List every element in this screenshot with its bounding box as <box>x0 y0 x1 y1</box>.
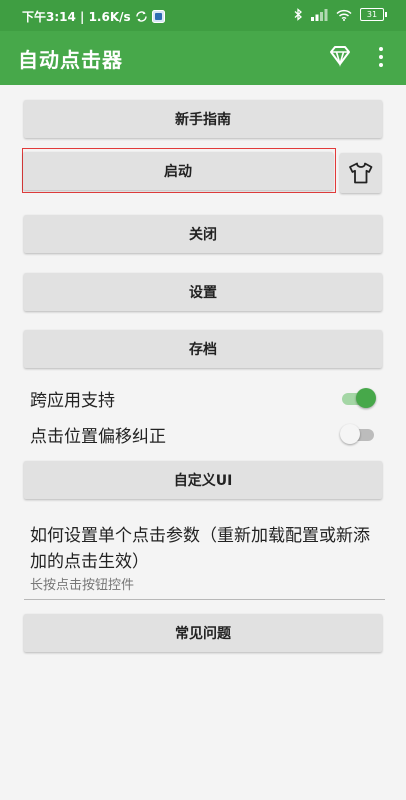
start-button[interactable]: 启动 <box>23 152 333 190</box>
sync-icon <box>135 11 147 22</box>
settings-button[interactable]: 设置 <box>24 273 382 311</box>
bluetooth-icon <box>294 8 302 21</box>
app-notification-icon <box>151 10 165 23</box>
custom-ui-button[interactable]: 自定义UI <box>24 461 382 499</box>
battery-icon: 31 <box>360 8 387 21</box>
battery-level: 31 <box>366 9 378 19</box>
toggle-row-offset-correction: 点击位置偏移纠正 <box>30 420 376 448</box>
status-time-speed: 下午3:14 | 1.6K/s <box>22 10 131 24</box>
app-title: 自动点击器 <box>18 48 123 72</box>
faq-button[interactable]: 常见问题 <box>24 614 382 652</box>
offset-correction-switch[interactable] <box>340 424 376 444</box>
diamond-icon[interactable] <box>327 43 353 69</box>
archive-button[interactable]: 存档 <box>24 330 382 368</box>
signal-icon <box>311 8 328 21</box>
wifi-icon <box>336 9 352 21</box>
toggle-row-cross-app: 跨应用支持 <box>30 384 376 412</box>
close-button[interactable]: 关闭 <box>24 215 382 253</box>
click-params-title[interactable]: 如何设置单个点击参数（重新加载配置或新添加的点击生效） <box>30 523 382 575</box>
toggle-label-offset-correction: 点击位置偏移纠正 <box>30 426 166 447</box>
status-left: 下午3:14 | 1.6K/s <box>22 8 165 25</box>
divider <box>24 599 385 600</box>
skin-button[interactable] <box>340 153 381 193</box>
app-bar: 自动点击器 <box>0 31 406 85</box>
status-bar: 下午3:14 | 1.6K/s 31 <box>0 0 406 31</box>
cross-app-switch[interactable] <box>340 388 376 408</box>
guide-button[interactable]: 新手指南 <box>24 100 382 138</box>
click-params-subtitle: 长按点击按钮控件 <box>30 578 135 593</box>
toggle-label-cross-app: 跨应用支持 <box>30 390 115 411</box>
status-right: 31 <box>294 8 387 21</box>
more-vert-icon[interactable] <box>373 43 389 71</box>
tshirt-icon <box>348 162 372 184</box>
